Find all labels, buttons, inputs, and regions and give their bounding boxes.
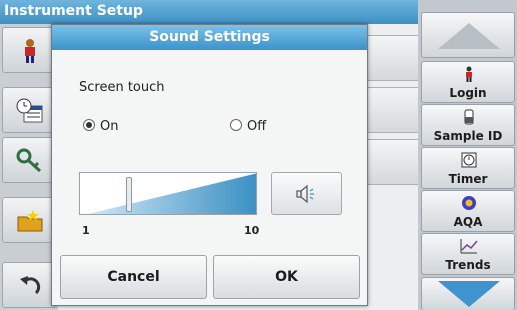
aqa-label: AQA [453, 215, 483, 229]
sound-settings-dialog: Sound Settings Screen touch On Off 1 10 [51, 24, 368, 306]
back-arrow-icon [20, 276, 41, 295]
folder-button[interactable] [2, 197, 56, 243]
trends-chart-icon [460, 239, 478, 254]
cancel-button[interactable]: Cancel [60, 255, 207, 299]
radio-off-label: Off [247, 119, 267, 134]
volume-ramp [88, 173, 256, 214]
sample-id-label: Sample ID [433, 129, 503, 143]
scroll-up-button[interactable] [421, 12, 515, 58]
key-icon [16, 148, 42, 173]
radio-on-label: On [100, 119, 119, 134]
ok-button[interactable]: OK [213, 255, 360, 299]
scroll-down-button[interactable] [421, 277, 515, 310]
radio-on[interactable]: On [83, 119, 118, 134]
background-title: Instrument Setup [4, 3, 143, 19]
volume-max-label: 10 [244, 224, 260, 237]
volume-min-label: 1 [82, 224, 90, 237]
login-label: Login [449, 86, 487, 100]
clock-calendar-icon [16, 98, 43, 123]
login-button[interactable]: Login [421, 61, 515, 103]
background-title-bar: Instrument Setup [0, 0, 418, 24]
arrow-up-icon [438, 23, 500, 49]
trends-button[interactable]: Trends [421, 233, 515, 275]
sample-id-button[interactable]: Sample ID [421, 104, 515, 146]
aqa-icon [462, 196, 476, 210]
speaker-button[interactable] [271, 172, 342, 215]
operator-button[interactable] [2, 27, 56, 73]
arrow-down-icon [438, 281, 500, 307]
radio-on-indicator [83, 119, 95, 131]
timer-label: Timer [448, 172, 488, 186]
timer-icon [461, 152, 477, 168]
radio-off-indicator [230, 119, 242, 131]
folder-icon [17, 210, 43, 232]
speaker-icon [296, 184, 314, 204]
right-panel: Login Sample ID Timer AQA Trends [418, 0, 517, 310]
person-icon [466, 66, 472, 82]
key-button[interactable] [2, 137, 56, 183]
screen-touch-label: Screen touch [79, 80, 165, 95]
trends-label: Trends [445, 258, 491, 272]
radio-off[interactable]: Off [230, 119, 266, 134]
volume-slider-handle[interactable] [126, 177, 132, 212]
operator-icon [25, 39, 35, 63]
timer-button[interactable]: Timer [421, 147, 515, 189]
left-toolbar [0, 24, 58, 310]
screen: Instrument Setup Login Sample ID Timer A… [0, 0, 517, 310]
aqa-button[interactable]: AQA [421, 190, 515, 232]
volume-slider[interactable] [79, 172, 257, 215]
back-button[interactable] [2, 262, 56, 308]
sample-vial-icon [464, 109, 474, 125]
datetime-button[interactable] [2, 87, 56, 133]
dialog-title: Sound Settings [52, 25, 367, 50]
